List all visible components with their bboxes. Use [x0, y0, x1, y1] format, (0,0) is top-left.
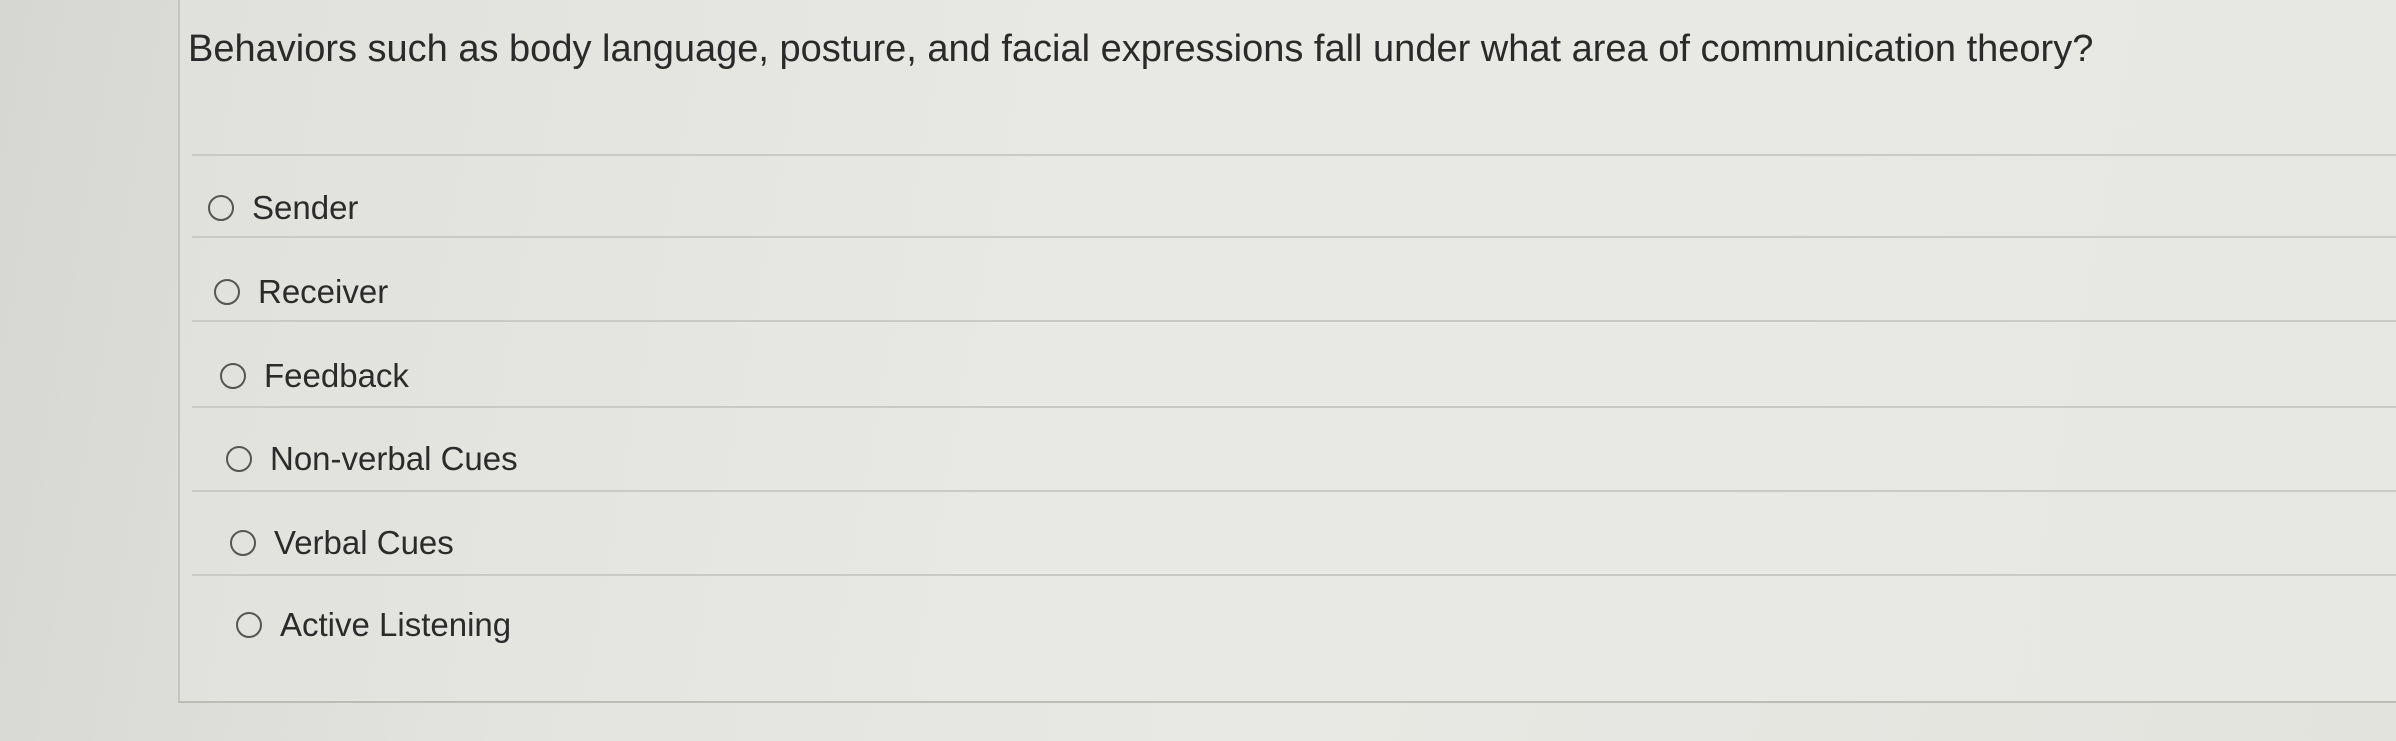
divider: [192, 406, 2396, 408]
option-label: Verbal Cues: [274, 524, 454, 561]
radio-button-icon[interactable]: [214, 279, 240, 305]
radio-button-icon[interactable]: [220, 363, 246, 389]
radio-button-icon[interactable]: [208, 195, 234, 221]
option-receiver[interactable]: Receiver: [214, 269, 388, 315]
option-feedback[interactable]: Feedback: [220, 353, 409, 399]
option-label: Active Listening: [280, 606, 512, 643]
divider: [192, 236, 2396, 238]
question-card: Behaviors such as body language, posture…: [178, 0, 2396, 703]
divider: [192, 574, 2396, 576]
option-label: Receiver: [258, 273, 389, 310]
option-non-verbal-cues[interactable]: Non-verbal Cues: [226, 436, 518, 482]
screen: Behaviors such as body language, posture…: [0, 0, 2396, 741]
divider: [192, 154, 2396, 156]
radio-button-icon[interactable]: [226, 446, 252, 472]
radio-button-icon[interactable]: [236, 612, 262, 638]
divider: [192, 490, 2396, 492]
option-label: Sender: [252, 189, 359, 226]
question-text: Behaviors such as body language, posture…: [188, 28, 2094, 70]
option-label: Non-verbal Cues: [270, 440, 518, 477]
option-sender[interactable]: Sender: [208, 185, 358, 231]
option-label: Feedback: [264, 357, 409, 394]
radio-button-icon[interactable]: [230, 530, 256, 556]
option-verbal-cues[interactable]: Verbal Cues: [230, 520, 454, 566]
divider: [192, 320, 2396, 322]
option-active-listening[interactable]: Active Listening: [236, 602, 511, 648]
